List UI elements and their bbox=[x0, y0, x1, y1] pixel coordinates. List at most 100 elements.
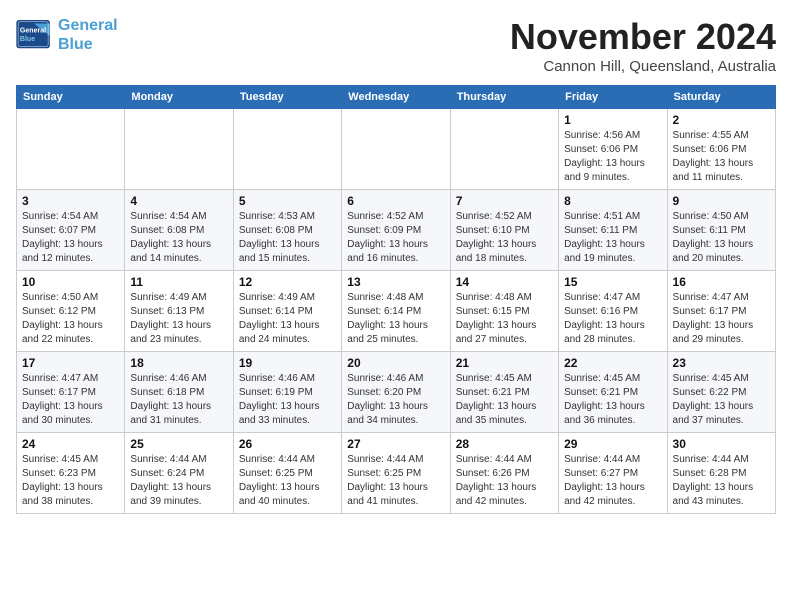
day-info: Sunrise: 4:44 AM Sunset: 6:25 PM Dayligh… bbox=[347, 453, 444, 509]
day-info: Sunrise: 4:44 AM Sunset: 6:28 PM Dayligh… bbox=[673, 453, 770, 509]
calendar-cell: 15 Sunrise: 4:47 AM Sunset: 6:16 PM Dayli… bbox=[559, 271, 667, 352]
day-number: 11 bbox=[130, 275, 227, 289]
day-number: 22 bbox=[564, 356, 661, 370]
day-info: Sunrise: 4:47 AM Sunset: 6:16 PM Dayligh… bbox=[564, 291, 661, 347]
svg-text:General: General bbox=[20, 28, 46, 35]
calendar-cell: 19 Sunrise: 4:46 AM Sunset: 6:19 PM Dayli… bbox=[233, 352, 341, 433]
day-info: Sunrise: 4:54 AM Sunset: 6:07 PM Dayligh… bbox=[22, 210, 119, 266]
day-info: Sunrise: 4:45 AM Sunset: 6:21 PM Dayligh… bbox=[564, 372, 661, 428]
calendar-cell: 10Sunrise: 4:50 AM Sunset: 6:12 PM Dayli… bbox=[17, 271, 125, 352]
day-number: 27 bbox=[347, 437, 444, 451]
calendar-cell: 12 Sunrise: 4:49 AM Sunset: 6:14 PM Dayli… bbox=[233, 271, 341, 352]
day-number: 29 bbox=[564, 437, 661, 451]
calendar-table: SundayMondayTuesdayWednesdayThursdayFrid… bbox=[16, 85, 776, 514]
calendar-cell: 2 Sunrise: 4:55 AM Sunset: 6:06 PM Daylig… bbox=[667, 109, 775, 190]
calendar-cell: 30 Sunrise: 4:44 AM Sunset: 6:28 PM Dayli… bbox=[667, 433, 775, 514]
day-info: Sunrise: 4:48 AM Sunset: 6:15 PM Dayligh… bbox=[456, 291, 553, 347]
col-header-saturday: Saturday bbox=[667, 86, 775, 109]
calendar-cell: 21 Sunrise: 4:45 AM Sunset: 6:21 PM Dayli… bbox=[450, 352, 558, 433]
calendar-cell: 9Sunrise: 4:50 AM Sunset: 6:11 PM Daylig… bbox=[667, 190, 775, 271]
calendar-cell: 26 Sunrise: 4:44 AM Sunset: 6:25 PM Dayli… bbox=[233, 433, 341, 514]
day-number: 13 bbox=[347, 275, 444, 289]
day-info: Sunrise: 4:56 AM Sunset: 6:06 PM Dayligh… bbox=[564, 129, 661, 185]
day-info: Sunrise: 4:44 AM Sunset: 6:24 PM Dayligh… bbox=[130, 453, 227, 509]
day-info: Sunrise: 4:54 AM Sunset: 6:08 PM Dayligh… bbox=[130, 210, 227, 266]
calendar-cell: 25 Sunrise: 4:44 AM Sunset: 6:24 PM Dayli… bbox=[125, 433, 233, 514]
day-info: Sunrise: 4:51 AM Sunset: 6:11 PM Dayligh… bbox=[564, 210, 661, 266]
col-header-monday: Monday bbox=[125, 86, 233, 109]
day-number: 20 bbox=[347, 356, 444, 370]
calendar-cell: 13 Sunrise: 4:48 AM Sunset: 6:14 PM Dayli… bbox=[342, 271, 450, 352]
day-number: 30 bbox=[673, 437, 770, 451]
page-header: General Blue General Blue November 2024 … bbox=[16, 16, 776, 75]
day-number: 16 bbox=[673, 275, 770, 289]
calendar-cell: 11 Sunrise: 4:49 AM Sunset: 6:13 PM Dayli… bbox=[125, 271, 233, 352]
day-info: Sunrise: 4:46 AM Sunset: 6:19 PM Dayligh… bbox=[239, 372, 336, 428]
day-number: 14 bbox=[456, 275, 553, 289]
day-number: 3 bbox=[22, 194, 119, 208]
calendar-cell: 14 Sunrise: 4:48 AM Sunset: 6:15 PM Dayli… bbox=[450, 271, 558, 352]
col-header-wednesday: Wednesday bbox=[342, 86, 450, 109]
day-info: Sunrise: 4:45 AM Sunset: 6:21 PM Dayligh… bbox=[456, 372, 553, 428]
day-number: 1 bbox=[564, 113, 661, 127]
month-title: November 2024 bbox=[510, 16, 776, 58]
logo: General Blue General Blue bbox=[16, 16, 118, 54]
logo-icon: General Blue bbox=[16, 20, 52, 50]
logo-text: General Blue bbox=[58, 16, 118, 54]
day-number: 2 bbox=[673, 113, 770, 127]
day-info: Sunrise: 4:50 AM Sunset: 6:12 PM Dayligh… bbox=[22, 291, 119, 347]
day-info: Sunrise: 4:45 AM Sunset: 6:23 PM Dayligh… bbox=[22, 453, 119, 509]
day-number: 5 bbox=[239, 194, 336, 208]
col-header-friday: Friday bbox=[559, 86, 667, 109]
calendar-cell: 20Sunrise: 4:46 AM Sunset: 6:20 PM Dayli… bbox=[342, 352, 450, 433]
day-number: 19 bbox=[239, 356, 336, 370]
calendar-cell: 1 Sunrise: 4:56 AM Sunset: 6:06 PM Daylig… bbox=[559, 109, 667, 190]
col-header-tuesday: Tuesday bbox=[233, 86, 341, 109]
calendar-cell: 5 Sunrise: 4:53 AM Sunset: 6:08 PM Daylig… bbox=[233, 190, 341, 271]
day-info: Sunrise: 4:49 AM Sunset: 6:13 PM Dayligh… bbox=[130, 291, 227, 347]
day-number: 15 bbox=[564, 275, 661, 289]
calendar-cell: 23 Sunrise: 4:45 AM Sunset: 6:22 PM Dayli… bbox=[667, 352, 775, 433]
day-info: Sunrise: 4:50 AM Sunset: 6:11 PM Dayligh… bbox=[673, 210, 770, 266]
calendar-cell: 28 Sunrise: 4:44 AM Sunset: 6:26 PM Dayli… bbox=[450, 433, 558, 514]
day-info: Sunrise: 4:53 AM Sunset: 6:08 PM Dayligh… bbox=[239, 210, 336, 266]
day-number: 6 bbox=[347, 194, 444, 208]
calendar-cell bbox=[342, 109, 450, 190]
col-header-thursday: Thursday bbox=[450, 86, 558, 109]
day-info: Sunrise: 4:44 AM Sunset: 6:25 PM Dayligh… bbox=[239, 453, 336, 509]
day-number: 17 bbox=[22, 356, 119, 370]
calendar-cell: 18 Sunrise: 4:46 AM Sunset: 6:18 PM Dayli… bbox=[125, 352, 233, 433]
day-info: Sunrise: 4:48 AM Sunset: 6:14 PM Dayligh… bbox=[347, 291, 444, 347]
day-number: 12 bbox=[239, 275, 336, 289]
day-info: Sunrise: 4:47 AM Sunset: 6:17 PM Dayligh… bbox=[673, 291, 770, 347]
calendar-cell: 4 Sunrise: 4:54 AM Sunset: 6:08 PM Daylig… bbox=[125, 190, 233, 271]
day-info: Sunrise: 4:49 AM Sunset: 6:14 PM Dayligh… bbox=[239, 291, 336, 347]
calendar-cell bbox=[17, 109, 125, 190]
day-number: 26 bbox=[239, 437, 336, 451]
day-number: 8 bbox=[564, 194, 661, 208]
day-number: 25 bbox=[130, 437, 227, 451]
day-info: Sunrise: 4:52 AM Sunset: 6:10 PM Dayligh… bbox=[456, 210, 553, 266]
day-info: Sunrise: 4:44 AM Sunset: 6:26 PM Dayligh… bbox=[456, 453, 553, 509]
day-info: Sunrise: 4:46 AM Sunset: 6:18 PM Dayligh… bbox=[130, 372, 227, 428]
calendar-cell: 3 Sunrise: 4:54 AM Sunset: 6:07 PM Daylig… bbox=[17, 190, 125, 271]
day-number: 28 bbox=[456, 437, 553, 451]
calendar-cell: 24 Sunrise: 4:45 AM Sunset: 6:23 PM Dayli… bbox=[17, 433, 125, 514]
day-info: Sunrise: 4:45 AM Sunset: 6:22 PM Dayligh… bbox=[673, 372, 770, 428]
day-number: 23 bbox=[673, 356, 770, 370]
day-info: Sunrise: 4:47 AM Sunset: 6:17 PM Dayligh… bbox=[22, 372, 119, 428]
day-info: Sunrise: 4:55 AM Sunset: 6:06 PM Dayligh… bbox=[673, 129, 770, 185]
calendar-cell: 8 Sunrise: 4:51 AM Sunset: 6:11 PM Daylig… bbox=[559, 190, 667, 271]
calendar-cell: 29Sunrise: 4:44 AM Sunset: 6:27 PM Dayli… bbox=[559, 433, 667, 514]
calendar-cell: 17 Sunrise: 4:47 AM Sunset: 6:17 PM Dayli… bbox=[17, 352, 125, 433]
day-number: 4 bbox=[130, 194, 227, 208]
day-number: 24 bbox=[22, 437, 119, 451]
calendar-cell bbox=[450, 109, 558, 190]
calendar-cell: 16 Sunrise: 4:47 AM Sunset: 6:17 PM Dayli… bbox=[667, 271, 775, 352]
day-number: 18 bbox=[130, 356, 227, 370]
day-number: 21 bbox=[456, 356, 553, 370]
calendar-cell: 22 Sunrise: 4:45 AM Sunset: 6:21 PM Dayli… bbox=[559, 352, 667, 433]
day-info: Sunrise: 4:52 AM Sunset: 6:09 PM Dayligh… bbox=[347, 210, 444, 266]
calendar-cell: 7Sunrise: 4:52 AM Sunset: 6:10 PM Daylig… bbox=[450, 190, 558, 271]
col-header-sunday: Sunday bbox=[17, 86, 125, 109]
